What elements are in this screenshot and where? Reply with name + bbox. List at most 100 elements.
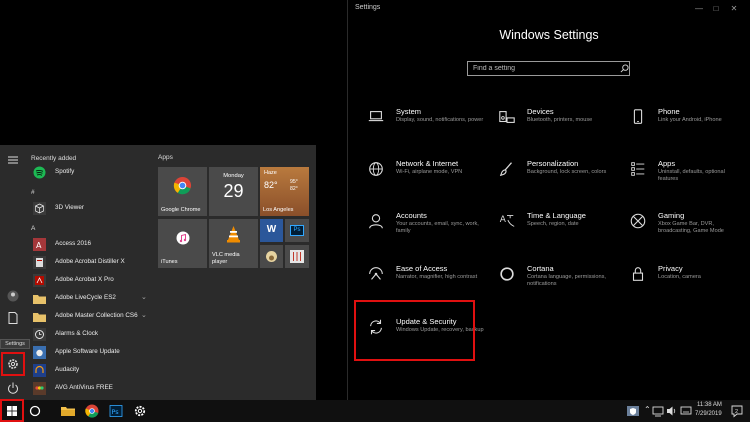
search-input[interactable]: [467, 61, 630, 76]
category-desc: Cortana language, permissions, notificat…: [527, 274, 606, 288]
list-item[interactable]: A Access 2016: [31, 237, 151, 253]
folder-icon: [33, 313, 46, 322]
app-label: Alarms & Clock: [55, 330, 99, 337]
category-name: Privacy: [658, 264, 683, 273]
tile-mixer[interactable]: [285, 245, 309, 268]
list-item[interactable]: Apple Software Update: [31, 345, 151, 361]
gear-icon[interactable]: [132, 403, 148, 419]
tile-vlc[interactable]: VLC media player: [209, 219, 258, 268]
category-name: Personalization: [527, 159, 579, 168]
tile-picture[interactable]: [260, 245, 283, 268]
documents-icon[interactable]: [6, 311, 20, 325]
section-hash: #: [31, 189, 35, 196]
window-title: Settings: [355, 4, 381, 11]
category-network[interactable]: Network & Internet Wi-Fi, airplane mode,…: [358, 158, 483, 204]
volume-icon[interactable]: [666, 403, 678, 419]
language-icon[interactable]: [680, 403, 692, 419]
spotify-icon: [33, 166, 46, 179]
app-label: 3D Viewer: [55, 204, 84, 211]
category-time-language[interactable]: A Time & Language Speech, region, date: [489, 210, 614, 256]
defender-shield-icon[interactable]: [626, 403, 640, 419]
category-personalization[interactable]: Personalization Background, lock screen,…: [489, 158, 614, 204]
category-desc: Background, lock screen, colors: [527, 169, 607, 175]
apple-update-icon: [33, 346, 46, 359]
app-label: Adobe Acrobat X Pro: [55, 276, 114, 283]
tile-weather[interactable]: Haze 82° 95° 82° Los Angeles: [260, 167, 309, 216]
list-item[interactable]: Adobe Acrobat X Pro: [31, 273, 151, 289]
tile-label: iTunes: [161, 258, 178, 265]
category-name: Network & Internet: [396, 159, 459, 168]
weather-city: Los Angeles: [263, 206, 294, 213]
category-name: Cortana: [527, 264, 554, 273]
chevron-down-icon[interactable]: ⌄: [141, 293, 147, 301]
alarm-clock-icon: [33, 328, 46, 341]
folder-icon: [33, 295, 46, 304]
cortana-search-icon[interactable]: [27, 403, 43, 419]
category-desc: Wi-Fi, airplane mode, VPN: [396, 169, 463, 175]
category-desc: Bluetooth, printers, mouse: [527, 117, 593, 123]
category-desc: Link your Android, iPhone: [658, 117, 722, 123]
close-button[interactable]: ✕: [728, 3, 740, 15]
maximize-button[interactable]: □: [710, 3, 722, 15]
list-item[interactable]: Audacity: [31, 363, 151, 379]
weather-temp: 82°: [264, 180, 278, 190]
phone-icon: [633, 109, 643, 124]
avg-icon: [33, 382, 46, 395]
chevron-down-icon[interactable]: ⌄: [141, 311, 147, 319]
weather-high: 95°: [290, 179, 298, 185]
power-icon[interactable]: [6, 381, 20, 395]
user-account-icon[interactable]: [6, 289, 20, 303]
tile-calendar[interactable]: Monday 29: [209, 167, 258, 216]
app-list: Recently added Spotify # 3D Viewer A A A…: [26, 145, 154, 400]
chrome-icon[interactable]: [84, 403, 100, 419]
app-label: Apple Software Update: [55, 348, 120, 355]
highlight-box: [0, 399, 24, 422]
section-a: A: [31, 225, 36, 232]
notification-badge: 2: [735, 409, 739, 415]
network-icon[interactable]: [652, 403, 664, 419]
search-icon[interactable]: [620, 64, 629, 73]
category-system[interactable]: System Display, sound, notifications, po…: [358, 106, 483, 152]
category-name: Accounts: [396, 211, 427, 220]
cortana-circle-icon: [500, 267, 514, 281]
settings-window: Settings — □ ✕ Windows Settings System D…: [347, 0, 750, 400]
category-privacy[interactable]: Privacy Location, camera: [620, 263, 745, 309]
category-phone[interactable]: Phone Link your Android, iPhone: [620, 106, 745, 152]
list-item[interactable]: Spotify: [31, 165, 151, 181]
category-desc: Xbox Game Bar, DVR, broadcasting, Game M…: [658, 221, 724, 235]
file-explorer-icon[interactable]: [60, 403, 76, 419]
app-label: Audacity: [55, 366, 80, 373]
tile-photoshop[interactable]: Ps: [285, 219, 309, 242]
list-item[interactable]: Alarms & Clock: [31, 327, 151, 343]
list-item[interactable]: AVG AntiVirus FREE: [31, 381, 151, 397]
highlight-box: [1, 352, 25, 376]
category-cortana[interactable]: Cortana Cortana language, permissions, n…: [489, 263, 614, 309]
person-icon: [369, 214, 383, 229]
hamburger-menu-icon[interactable]: [6, 153, 20, 167]
list-item[interactable]: Adobe Acrobat Distiller X: [31, 255, 151, 271]
title-bar: Settings — □ ✕: [348, 0, 750, 18]
photoshop-icon[interactable]: Ps: [108, 403, 124, 419]
app-label: Access 2016: [55, 240, 92, 247]
clock-date[interactable]: 7/29/2019: [695, 411, 722, 417]
settings-tooltip: Settings: [0, 339, 30, 349]
clock-time[interactable]: 11:38 AM: [697, 402, 722, 408]
chevron-up-icon[interactable]: ⌃: [644, 405, 651, 414]
category-gaming[interactable]: Gaming Xbox Game Bar, DVR, broadcasting,…: [620, 210, 745, 256]
page-title: Windows Settings: [499, 28, 599, 42]
category-desc: Your accounts, email, sync, work, family: [396, 221, 479, 235]
category-apps[interactable]: Apps Uninstall, defaults, optional featu…: [620, 158, 745, 204]
list-item[interactable]: Adobe LiveCycle ES2 ⌄: [31, 291, 151, 307]
list-item[interactable]: 3D Viewer: [31, 201, 151, 217]
category-devices[interactable]: Devices Bluetooth, printers, mouse: [489, 106, 614, 152]
category-accounts[interactable]: Accounts Your accounts, email, sync, wor…: [358, 210, 483, 256]
recently-added-label: Recently added: [31, 155, 77, 162]
minimize-button[interactable]: —: [693, 3, 705, 15]
svg-text:A: A: [36, 241, 42, 250]
tile-itunes[interactable]: iTunes: [158, 219, 207, 268]
tile-word[interactable]: W: [260, 219, 283, 242]
app-label: Adobe Acrobat Distiller X: [55, 258, 125, 265]
list-item[interactable]: Adobe Master Collection CS6 ⌄: [31, 309, 151, 325]
tile-google-chrome[interactable]: Google Chrome: [158, 167, 207, 216]
category-name: Apps: [658, 159, 676, 168]
